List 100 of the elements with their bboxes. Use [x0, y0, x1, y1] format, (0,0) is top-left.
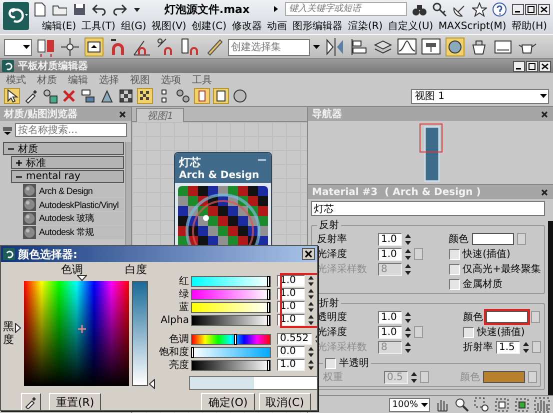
spinner-arrows-icon[interactable]: [404, 232, 412, 246]
reset-button[interactable]: 重置(R): [49, 393, 102, 410]
spinner-arrows-icon[interactable]: [307, 346, 315, 358]
menu-item[interactable]: 工具: [192, 72, 212, 86]
number-field[interactable]: 1.0: [378, 310, 402, 324]
node-icon[interactable]: [194, 88, 210, 104]
schematic-view-icon[interactable]: [421, 37, 441, 57]
number-field[interactable]: 1.0: [378, 248, 402, 260]
category-header[interactable]: 标准: [11, 156, 124, 169]
pointer-icon[interactable]: [4, 88, 20, 104]
search-field[interactable]: 按名称搜索...: [15, 123, 127, 137]
number-field[interactable]: 1.5: [496, 340, 520, 354]
spinner-arrows-icon[interactable]: [522, 340, 530, 354]
upload-icon[interactable]: [84, 37, 104, 57]
slider-thumb[interactable]: [267, 302, 270, 312]
close-icon[interactable]: [540, 110, 549, 118]
category-header[interactable]: mental ray: [11, 170, 124, 183]
spinner-snap-icon[interactable]: [180, 37, 200, 57]
align-icon[interactable]: [349, 37, 369, 57]
maximize-icon[interactable]: [526, 60, 538, 72]
menu-item[interactable]: 帮助(H): [512, 19, 547, 33]
menu-item[interactable]: 动画: [267, 19, 288, 33]
close-icon[interactable]: [539, 60, 551, 72]
move-children-icon[interactable]: [80, 88, 96, 104]
slider-track[interactable]: [191, 334, 271, 344]
minus-icon[interactable]: [257, 157, 267, 163]
hierarchy-icon[interactable]: [60, 37, 80, 57]
checker-icon[interactable]: [118, 88, 134, 104]
frame-all-icon[interactable]: [494, 396, 510, 412]
slider-thumb[interactable]: [267, 360, 270, 370]
dropdown-field[interactable]: [4, 38, 32, 56]
spinner-arrows-icon[interactable]: [307, 314, 315, 326]
view-dropdown[interactable]: 视图 1: [411, 88, 549, 104]
maximize-icon[interactable]: [525, 4, 537, 14]
menu-item[interactable]: 选项: [161, 72, 181, 86]
spinner-arrows-icon[interactable]: [404, 310, 412, 324]
minimize-icon[interactable]: [512, 4, 524, 14]
slider-track[interactable]: [191, 288, 271, 300]
caret-icon[interactable]: [22, 43, 31, 51]
slider-track[interactable]: [191, 314, 271, 326]
help-icon[interactable]: [492, 2, 507, 16]
assign-material-icon[interactable]: [42, 88, 58, 104]
menu-item[interactable]: 图形编辑器: [292, 19, 343, 33]
number-field[interactable]: 1.0: [378, 232, 402, 246]
navigator-drawing[interactable]: [418, 122, 442, 182]
slider-thumb[interactable]: [267, 288, 270, 300]
color-spectrum-field[interactable]: [24, 281, 129, 386]
slider-track[interactable]: [191, 360, 271, 370]
eyedropper-button[interactable]: [21, 393, 41, 410]
spinner-arrows-icon[interactable]: [307, 359, 315, 371]
menu-item[interactable]: 材质: [37, 72, 57, 86]
menu-item[interactable]: 创建(C): [192, 19, 226, 33]
menu-item[interactable]: 工具(T): [81, 19, 116, 33]
close-icon[interactable]: [302, 248, 315, 260]
menu-item[interactable]: 渲染(R): [348, 19, 383, 33]
caret-icon[interactable]: [539, 92, 548, 100]
link-icon[interactable]: [36, 37, 56, 57]
frame-selected-icon[interactable]: [514, 396, 530, 412]
slider-track[interactable]: [191, 276, 271, 286]
slider-thumb[interactable]: [191, 346, 194, 358]
logo-icon[interactable]: [3, 2, 29, 30]
save-icon[interactable]: [72, 2, 87, 16]
slider-thumb[interactable]: [234, 334, 238, 344]
number-field[interactable]: 0.552: [277, 333, 312, 345]
select-by-material-icon[interactable]: [99, 88, 115, 104]
color-swatch[interactable]: [486, 311, 528, 323]
spinner-arrows-icon[interactable]: [404, 326, 412, 338]
name-field[interactable]: 灯芯: [311, 201, 545, 216]
menu-item[interactable]: 自定义(U): [388, 19, 434, 33]
material-editor-icon[interactable]: [445, 37, 465, 57]
zoom-icon[interactable]: [454, 396, 470, 412]
spinner-arrows-icon[interactable]: [307, 301, 315, 313]
checkbox[interactable]: [463, 326, 474, 338]
slider-track[interactable]: [191, 346, 271, 358]
number-field[interactable]: 1.0: [277, 359, 305, 371]
number-field[interactable]: 0.0: [277, 346, 305, 358]
material-item[interactable]: Arch & Design: [23, 184, 124, 197]
star-icon[interactable]: [472, 2, 487, 16]
menu-item[interactable]: 视图(V): [152, 19, 186, 33]
zoom-region-icon[interactable]: [474, 396, 490, 412]
mirror-icon[interactable]: [325, 37, 345, 57]
menu-item[interactable]: 视图: [130, 72, 150, 86]
checkbox[interactable]: [448, 248, 460, 260]
layout-children-icon[interactable]: [175, 88, 191, 104]
checker-icon[interactable]: [137, 88, 153, 104]
close-icon[interactable]: [540, 188, 549, 196]
filter-caret-icon[interactable]: [3, 126, 12, 134]
category-header[interactable]: 材质: [3, 142, 124, 155]
eyedropper-icon[interactable]: [23, 88, 39, 104]
checkbox[interactable]: [325, 358, 336, 368]
spinner-arrows-icon[interactable]: [307, 288, 315, 300]
caret-icon[interactable]: [312, 43, 321, 51]
slider-track[interactable]: [191, 302, 271, 312]
menu-item[interactable]: MAXScript(M): [438, 20, 506, 32]
search-field[interactable]: 键入关键字或短语: [285, 2, 407, 16]
number-field[interactable]: 1.0: [378, 326, 402, 338]
spinner-arrows-icon[interactable]: [410, 370, 418, 384]
whiteness-marker-icon[interactable]: [149, 379, 155, 389]
scrollbar[interactable]: [548, 221, 553, 395]
material-item[interactable]: Autodesk 常规: [23, 226, 124, 239]
